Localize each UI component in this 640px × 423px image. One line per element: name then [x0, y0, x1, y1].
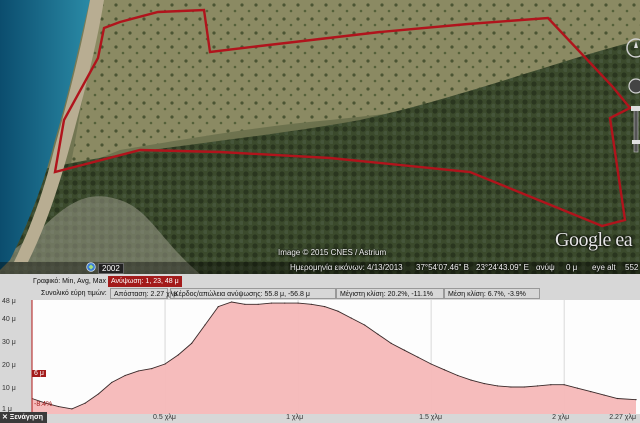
elevation-point [377, 333, 379, 335]
map-imagery [0, 0, 640, 274]
elevation-point [470, 379, 472, 381]
elevation-point [510, 386, 512, 388]
elevation-point [363, 324, 366, 326]
elevation-point [191, 342, 193, 344]
elevation-point [177, 354, 179, 356]
longitude-readout: 23°24'43.09" Ε [476, 263, 529, 272]
elevation-point [151, 368, 153, 370]
elevation-value: 0 μ [566, 263, 578, 272]
zoom-handle[interactable] [632, 140, 640, 144]
elevation-point [457, 374, 459, 377]
elevation-point [536, 385, 539, 387]
elevation-point [576, 387, 579, 389]
historical-year-badge[interactable]: 2002 [98, 263, 124, 274]
compass-ring-icon[interactable] [626, 38, 640, 58]
elevation-point [124, 374, 126, 377]
zoom-in-icon[interactable] [631, 106, 640, 111]
elevation-point [337, 310, 339, 312]
graph-type-label[interactable]: Γραφικό: Min, Avg, Max [30, 276, 109, 287]
elevation-profile-panel: Γραφικό: Min, Avg, Max Ανύψωση: 1, 23, 4… [0, 274, 640, 423]
elevation-point [417, 356, 419, 358]
navigation-controls[interactable] [626, 36, 640, 156]
elevation-point [230, 301, 233, 303]
y-tick-label: 10 μ [2, 385, 16, 393]
elevation-point [244, 303, 246, 305]
x-tick-label: 1 χλμ [286, 414, 304, 421]
elevation-point [616, 397, 618, 400]
max-slope-stat: Μέγιστη κλίση: 20.2%, -11.1% [336, 288, 444, 299]
imagery-date: Ημερομηνία εικόνων: 4/13/2013 [290, 263, 403, 272]
elevation-point [111, 381, 113, 384]
elevation-point [297, 302, 299, 304]
y-tick-label: 30 μ [2, 339, 16, 347]
elevation-label: ανύψ [536, 263, 555, 272]
map-attribution: Image © 2015 CNES / Astrium [278, 248, 387, 257]
elevation-point [550, 384, 552, 386]
elevation-point [310, 303, 312, 305]
elevation-point [137, 370, 140, 372]
elevation-chart[interactable] [0, 300, 640, 423]
elevation-point [523, 386, 525, 388]
elevation-point [497, 385, 499, 387]
distance-stat: Απόσταση: 2.27 χλμ [110, 288, 177, 299]
historical-imagery-icon[interactable] [86, 262, 96, 272]
x-tick-label: 2.27 χλμ [609, 414, 636, 421]
elevation-range-label[interactable]: Ανύψωση: 1, 23, 48 μ [108, 276, 182, 287]
x-tick-label: 0.5 χλμ [153, 414, 176, 421]
y-tick-label: 40 μ [2, 316, 16, 324]
elevation-point [257, 303, 259, 305]
elevation-point [204, 324, 206, 326]
elevation-point [324, 305, 326, 308]
elevation-point [350, 317, 352, 319]
cursor-slope-label: -8.4% [34, 401, 53, 408]
elevation-point [217, 305, 219, 308]
elevation-point [58, 405, 60, 408]
elevation-point [403, 349, 406, 351]
elevation-point [590, 391, 592, 393]
elevation-point [84, 402, 86, 404]
look-joystick-icon[interactable] [628, 78, 640, 94]
cursor-elevation-label: 6 μ [32, 370, 46, 377]
elevation-point [603, 394, 605, 396]
elevation-point [390, 342, 392, 344]
north-arrow-icon[interactable] [634, 41, 638, 48]
elevation-point [71, 408, 73, 410]
elevation-point [164, 363, 166, 365]
satellite-map-view[interactable]: Image © 2015 CNES / Astrium Ημερομηνία ε… [0, 0, 640, 274]
zoom-slider[interactable] [633, 107, 639, 153]
google-earth-logo: Google ea [555, 229, 633, 251]
eye-alt-value: 552 [625, 263, 639, 272]
elevation-point [97, 393, 100, 395]
elevation-point [430, 363, 432, 365]
y-tick-label: 20 μ [2, 362, 16, 370]
latitude-readout: 37°54'07.46" Β [416, 263, 469, 272]
elevation-point [563, 384, 565, 386]
summary-label: Συνολικό εύρη τιμών: [41, 290, 107, 297]
elevation-point [443, 369, 446, 371]
close-tour-button[interactable]: ✕ Ξενάγηση [0, 412, 48, 423]
profile-header-row: Γραφικό: Min, Avg, Max Ανύψωση: 1, 23, 4… [0, 276, 640, 287]
eye-alt-label: eye alt [592, 263, 616, 272]
elevation-point [635, 399, 637, 401]
elevation-point [483, 382, 485, 385]
elevation-gain-loss-stat: Κέρδος/απώλεια ανύψωσης: 55.8 μ, -56.8 μ [170, 288, 336, 299]
x-tick-label: 1.5 χλμ [419, 414, 442, 421]
y-tick-label: 48 μ [2, 298, 16, 305]
x-tick-label: 2 χλμ [552, 414, 570, 421]
elevation-point [270, 302, 273, 304]
elevation-point [284, 302, 286, 304]
avg-slope-stat: Μέση κλίση: 6.7%, -3.9% [444, 288, 540, 299]
profile-stats-row: Συνολικό εύρη τιμών: Απόσταση: 2.27 χλμ … [0, 288, 640, 299]
